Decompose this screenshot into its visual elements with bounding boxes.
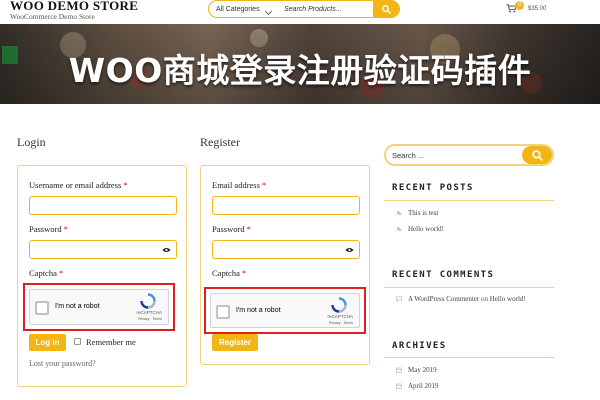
- sidebar-search: Search ...: [384, 144, 554, 166]
- cart-total[interactable]: $35.00: [528, 6, 546, 12]
- remember-me-checkbox[interactable]: [74, 338, 81, 345]
- required-mark: *: [123, 180, 128, 190]
- recent-post-link[interactable]: Hello world!: [408, 225, 444, 233]
- register-password-input[interactable]: [212, 240, 360, 259]
- required-mark: *: [58, 268, 64, 278]
- pin-icon: [396, 226, 402, 232]
- register-heading: Register: [200, 135, 240, 149]
- widget-divider: [384, 200, 554, 201]
- archive-link[interactable]: May 2019: [408, 366, 437, 374]
- recaptcha-checkbox[interactable]: [35, 301, 49, 315]
- pin-icon: [396, 210, 402, 216]
- required-mark: *: [246, 224, 251, 234]
- recent-comments-title: RECENT COMMENTS: [392, 270, 495, 280]
- login-form: Username or email address * Password * C…: [17, 165, 187, 387]
- comment-on-text: on: [481, 295, 488, 303]
- required-mark: *: [241, 268, 247, 278]
- recent-comment-item: A WordPress Commenter on Hello world!: [396, 295, 526, 303]
- product-search-bar: All Categories Search Products...: [208, 0, 400, 18]
- category-select[interactable]: All Categories: [209, 5, 274, 15]
- register-captcha-highlight: I'm not a robot reCAPTCHA Privacy - Term…: [204, 287, 366, 334]
- email-label: Email address *: [212, 180, 266, 190]
- register-password-label: Password *: [212, 224, 251, 234]
- category-select-value: All Categories: [216, 5, 260, 13]
- register-form: Email address * Password * Captcha * I'm…: [200, 165, 370, 365]
- register-recaptcha-widget: I'm not a robot reCAPTCHA Privacy - Term…: [210, 293, 360, 328]
- archive-link[interactable]: April 2019: [408, 382, 439, 390]
- banner-title: WOO商城登录注册验证码插件: [68, 51, 532, 90]
- login-heading: Login: [17, 135, 46, 149]
- chevron-down-icon: [264, 7, 273, 15]
- required-mark: *: [63, 224, 68, 234]
- login-captcha-highlight: I'm not a robot reCAPTCHA Privacy - Term…: [23, 283, 175, 331]
- comment-author-link[interactable]: A WordPress Commenter: [408, 295, 479, 303]
- top-header: WOO DEMO STORE WooCommerce Demo Store Al…: [0, 0, 600, 24]
- recaptcha-links[interactable]: Privacy - Terms: [329, 321, 353, 325]
- username-label: Username or email address *: [29, 180, 128, 190]
- archives-title: ARCHIVES: [392, 341, 447, 351]
- recent-post-link[interactable]: This is test: [408, 209, 438, 217]
- recaptcha-label: I'm not a robot: [55, 303, 100, 310]
- eye-icon[interactable]: [345, 247, 354, 253]
- login-button[interactable]: Log in: [29, 334, 66, 351]
- register-captcha-label-text: Captcha: [212, 268, 240, 278]
- recent-posts-title: RECENT POSTS: [392, 183, 474, 193]
- login-password-input[interactable]: [29, 240, 177, 259]
- remember-me-label[interactable]: Remember me: [86, 337, 136, 347]
- register-button[interactable]: Register: [212, 334, 258, 351]
- calendar-icon: [396, 383, 402, 389]
- eye-icon[interactable]: [162, 247, 171, 253]
- recent-post-item[interactable]: This is test: [396, 209, 438, 217]
- recaptcha-links[interactable]: Privacy - Terms: [138, 317, 162, 321]
- widget-divider: [384, 357, 554, 358]
- login-password-label: Password *: [29, 224, 68, 234]
- comment-post-link[interactable]: Hello world!: [490, 295, 526, 303]
- register-captcha-label: Captcha *: [212, 268, 246, 278]
- cart-count-badge: 0: [515, 1, 524, 10]
- widget-divider: [384, 287, 554, 288]
- email-label-text: Email address: [212, 180, 260, 190]
- recaptcha-brand: reCAPTCHA: [136, 310, 162, 315]
- product-search-input[interactable]: Search Products...: [274, 6, 373, 13]
- recent-post-item[interactable]: Hello world!: [396, 225, 444, 233]
- login-captcha-label: Captcha *: [29, 268, 63, 278]
- email-input[interactable]: [212, 196, 360, 215]
- site-tagline: WooCommerce Demo Store: [10, 12, 95, 21]
- calendar-icon: [396, 367, 402, 373]
- search-icon: [381, 4, 391, 14]
- username-label-text: Username or email address: [29, 180, 122, 190]
- required-mark: *: [262, 180, 267, 190]
- archive-item[interactable]: May 2019: [396, 366, 437, 374]
- lost-password-link[interactable]: Lost your password?: [29, 359, 96, 368]
- register-password-label-text: Password: [212, 224, 245, 234]
- username-input[interactable]: [29, 196, 177, 215]
- hero-banner: WOO商城登录注册验证码插件: [0, 24, 600, 104]
- login-recaptcha-widget: I'm not a robot reCAPTCHA Privacy - Term…: [29, 289, 169, 325]
- recaptcha-label: I'm not a robot: [236, 307, 281, 314]
- sidebar-search-button[interactable]: [522, 146, 552, 164]
- product-search-button[interactable]: [373, 1, 399, 17]
- recaptcha-logo-icon: [140, 293, 156, 309]
- recaptcha-logo-icon: [331, 297, 347, 313]
- search-icon: [531, 149, 543, 161]
- login-password-label-text: Password: [29, 224, 62, 234]
- recaptcha-checkbox[interactable]: [216, 305, 230, 319]
- archive-item[interactable]: April 2019: [396, 382, 439, 390]
- sidebar-search-input[interactable]: Search ...: [392, 151, 424, 160]
- login-captcha-label-text: Captcha: [29, 268, 57, 278]
- recaptcha-brand: reCAPTCHA: [327, 314, 353, 319]
- comment-icon: [396, 296, 402, 302]
